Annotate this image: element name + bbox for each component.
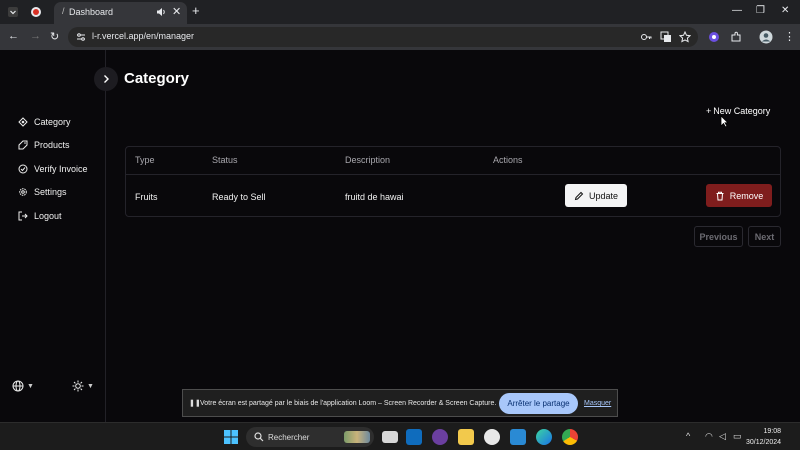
tab-close-icon[interactable]: ✕ [172, 5, 181, 18]
pencil-icon [574, 191, 584, 200]
new-category-button[interactable]: + New Category [706, 106, 770, 116]
update-label: Update [588, 190, 619, 201]
sidebar-item-verify-invoice[interactable]: Verify Invoice [18, 161, 88, 177]
sidebar-item-products[interactable]: Products [18, 137, 70, 153]
category-table: Type Status Description Actions Fruits R… [125, 146, 781, 217]
minimize-button[interactable]: — [732, 5, 742, 16]
mouse-cursor-icon [720, 115, 729, 128]
vscode-icon[interactable] [510, 429, 526, 445]
windows-taskbar: Rechercher ^ ◠ ◁ ▭ 19:08 30/12/2024 [0, 422, 800, 450]
page-title: Category [124, 70, 190, 87]
check-badge-icon [18, 164, 28, 174]
stop-sharing-button[interactable]: Arrêter le partage [499, 393, 578, 414]
table-divider [126, 174, 780, 175]
chevron-down-icon: ▼ [87, 382, 94, 390]
sun-icon [72, 380, 84, 392]
restore-button[interactable]: ❐ [756, 5, 765, 16]
category-icon [18, 117, 28, 127]
search-highlight-image [344, 431, 370, 443]
reload-button[interactable]: ↻ [50, 30, 59, 43]
cell-description: fruitd de hawai [345, 192, 404, 202]
sidebar-item-label: Products [34, 140, 70, 150]
mute-tab-icon[interactable] [155, 6, 167, 18]
clock-date: 30/12/2024 [746, 439, 782, 446]
extension-icon[interactable] [708, 31, 720, 43]
chevron-right-icon [104, 75, 109, 83]
search-icon [254, 432, 264, 442]
bookmark-star-icon[interactable] [679, 31, 691, 43]
task-view-icon[interactable] [382, 431, 398, 443]
column-header-actions: Actions [493, 155, 523, 165]
password-key-icon[interactable] [640, 31, 652, 43]
browser-toolbar: ← → ↻ l-r.vercel.app/en/manager ⋮ [0, 24, 800, 50]
update-button[interactable]: Update [565, 184, 627, 207]
address-bar[interactable]: l-r.vercel.app/en/manager [68, 27, 698, 47]
remove-label: Remove [729, 190, 764, 201]
tab-favicon-icon: / [62, 6, 65, 16]
wifi-icon[interactable]: ◠ [705, 431, 713, 442]
tab-dashboard[interactable]: / Dashboard ✕ [54, 2, 187, 24]
profile-avatar[interactable] [759, 30, 773, 44]
sidebar-toggle-button[interactable] [94, 67, 118, 91]
translate-icon[interactable] [660, 31, 672, 43]
column-header-type: Type [135, 155, 155, 165]
chrome-icon[interactable] [562, 429, 578, 445]
taskbar-clock[interactable]: 19:08 30/12/2024 [746, 426, 781, 448]
browser-tab-bar: / Dashboard ✕ + — ❐ ✕ [0, 0, 800, 24]
tab-menu-icon[interactable] [8, 7, 18, 17]
forward-button[interactable]: → [30, 30, 41, 42]
hide-link[interactable]: Masquer [584, 400, 611, 407]
cell-status: Ready to Sell [212, 192, 266, 202]
plus-icon: + [706, 106, 712, 116]
media-player-icon[interactable] [432, 429, 448, 445]
sidebar-item-logout[interactable]: Logout [18, 208, 62, 224]
file-explorer-icon[interactable] [458, 429, 474, 445]
sidebar-item-label: Settings [34, 187, 67, 197]
screen-share-notification: ❚❚ Votre écran est partagé par le biais … [182, 389, 618, 417]
battery-icon[interactable]: ▭ [733, 431, 742, 442]
outlook-icon[interactable] [406, 429, 422, 445]
sidebar-item-category[interactable]: Category [18, 114, 71, 130]
back-button[interactable]: ← [8, 30, 19, 42]
app-root: Category Products Verify Invoice Setting… [0, 50, 800, 422]
column-header-status: Status [212, 155, 238, 165]
search-placeholder: Rechercher [268, 433, 310, 442]
globe-icon [12, 380, 24, 392]
trash-icon [716, 191, 724, 200]
cell-type: Fruits [135, 192, 158, 202]
edge-icon[interactable] [536, 429, 552, 445]
next-page-button[interactable]: Next [748, 226, 781, 247]
language-switcher[interactable]: ▼ [12, 380, 34, 392]
tab-title: Dashboard [69, 7, 114, 17]
taskbar-search[interactable]: Rechercher [246, 427, 374, 447]
extensions-puzzle-icon[interactable] [730, 31, 742, 43]
close-window-button[interactable]: ✕ [781, 5, 789, 16]
previous-page-button[interactable]: Previous [694, 226, 743, 247]
sidebar-item-settings[interactable]: Settings [18, 184, 67, 200]
sidebar: Category Products Verify Invoice Setting… [0, 50, 106, 422]
pause-icon: ❚❚ [189, 400, 201, 407]
chevron-down-icon: ▼ [27, 382, 34, 390]
sidebar-item-label: Logout [34, 211, 62, 221]
tag-icon [18, 140, 28, 150]
sidebar-item-label: Category [34, 117, 71, 127]
chevron-up-icon[interactable]: ^ [686, 431, 690, 441]
github-icon[interactable] [484, 429, 500, 445]
remove-button[interactable]: Remove [706, 184, 772, 207]
logout-icon [18, 211, 28, 221]
loom-tab-icon[interactable] [30, 6, 42, 18]
theme-switcher[interactable]: ▼ [72, 380, 94, 392]
browser-menu-icon[interactable]: ⋮ [784, 30, 795, 43]
sidebar-item-label: Verify Invoice [34, 164, 88, 174]
volume-icon[interactable]: ◁ [719, 431, 726, 442]
clock-time: 19:08 [763, 428, 782, 435]
site-info-icon[interactable] [76, 32, 86, 42]
gear-icon [19, 188, 27, 196]
screen-share-message: Votre écran est partagé par le biais de … [200, 400, 497, 407]
new-tab-button[interactable]: + [192, 4, 200, 18]
url-text: l-r.vercel.app/en/manager [92, 31, 195, 41]
column-header-description: Description [345, 155, 391, 165]
windows-start-icon[interactable] [224, 430, 238, 444]
